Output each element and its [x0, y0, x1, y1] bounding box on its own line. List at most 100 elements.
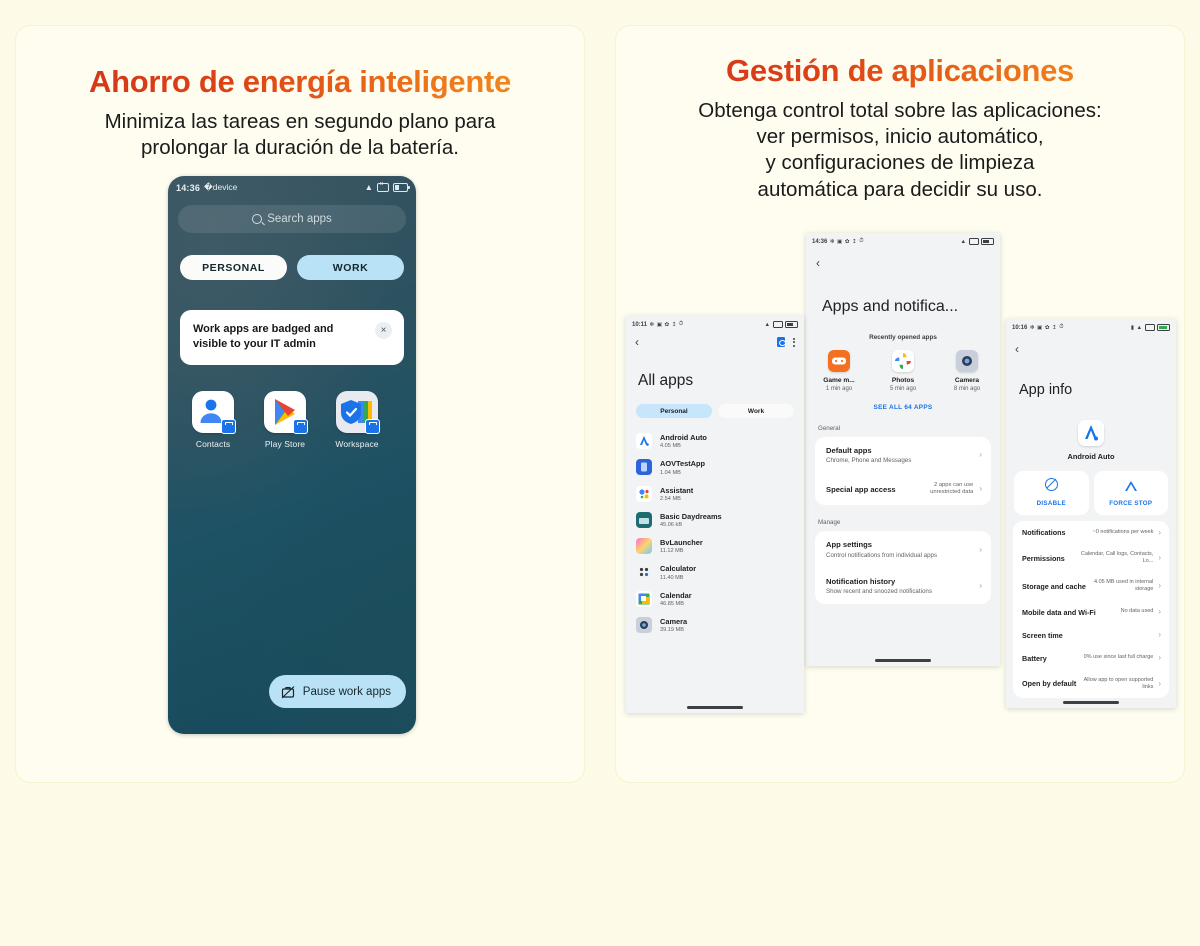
- status-time: 10:11: [632, 321, 648, 328]
- alarm-icon: ⏱: [859, 238, 864, 244]
- app-name: Android Auto: [660, 433, 707, 442]
- recent-app-photos[interactable]: Photos 5 min ago: [883, 350, 923, 392]
- disable-icon: [1044, 478, 1058, 491]
- disable-button[interactable]: DISABLE: [1014, 471, 1089, 515]
- row-title: Open by default: [1022, 679, 1077, 689]
- segment-work[interactable]: Work: [718, 404, 794, 418]
- app-name: Basic Daydreams: [660, 511, 722, 521]
- apps-and-notifications-phone-screenshot: 14:36 ✻ ▣ ✿ ↥ ⏱ ▲ ‹ Apps and notifica...…: [806, 233, 1000, 666]
- recently-opened-caption: Recently opened apps: [869, 334, 937, 341]
- phoneB-status-bar: 14:36 ✻ ▣ ✿ ↥ ⏱ ▲: [806, 233, 1000, 248]
- app-label: Workspace: [335, 439, 379, 450]
- work-badge-icon: [365, 419, 380, 435]
- app-action-buttons: DISABLE FORCE STOP: [1014, 471, 1168, 515]
- wifi-icon: ▲: [364, 182, 373, 193]
- gear-icon: ✿: [1044, 324, 1050, 331]
- app-tile-contacts[interactable]: Contacts: [190, 391, 236, 449]
- vibrate-icon: ▣: [837, 238, 843, 245]
- recent-app-name: Camera: [954, 377, 980, 384]
- promo-page: Ahorro de energía inteligente Minimiza l…: [0, 0, 1200, 946]
- list-item[interactable]: Basic Daydreams 45.06 kB: [626, 507, 804, 533]
- recent-app-game[interactable]: Game m... 1 min ago: [819, 350, 859, 392]
- row-screen-time[interactable]: Screen time ›: [1013, 624, 1169, 647]
- row-value: 0% use since last full charge: [1083, 654, 1154, 661]
- tab-work[interactable]: WORK: [297, 255, 404, 280]
- right-subtext-line-2: ver permisos, inicio automático,: [756, 125, 1044, 149]
- app-name: Assistant: [660, 485, 694, 495]
- row-mobile-data-and-wifi[interactable]: Mobile data and Wi-Fi No data used ›: [1013, 601, 1169, 624]
- list-item[interactable]: BvLauncher 11.12 MB: [626, 533, 804, 559]
- recent-app-name: Photos: [891, 377, 915, 384]
- row-special-app-access[interactable]: Special app access 2 apps can use unrest…: [815, 473, 991, 505]
- app-size: 45.06 kB: [660, 522, 683, 528]
- right-panel-subtext: Obtenga control total sobre las aplicaci…: [616, 98, 1184, 203]
- app-label: Play Store: [264, 439, 306, 450]
- phone1-status-bar: 14:36 �device ▲: [168, 176, 416, 196]
- notice-line-1: Work apps are badged and: [193, 323, 334, 335]
- help-doc-icon[interactable]: [777, 337, 786, 347]
- app-tile-play-store[interactable]: Play Store: [262, 391, 308, 449]
- row-open-by-default[interactable]: Open by default Allow app to open suppor…: [1013, 670, 1169, 698]
- download-icon: ↥: [1052, 324, 1057, 331]
- row-subtitle: Control notifications from individual ap…: [826, 551, 938, 559]
- screenshot-icon: ▮: [1130, 324, 1134, 331]
- home-indicator: [687, 706, 743, 709]
- battery-icon: [785, 320, 798, 329]
- search-apps-bar[interactable]: Search apps: [178, 205, 406, 233]
- recent-app-camera[interactable]: Camera 8 min ago: [947, 350, 987, 392]
- section-label-manage: Manage: [818, 519, 841, 527]
- recent-app-time: 8 min ago: [953, 385, 981, 392]
- segment-personal[interactable]: Personal: [636, 404, 712, 418]
- tab-personal[interactable]: PERSONAL: [180, 255, 287, 280]
- row-battery[interactable]: Battery 0% use since last full charge ›: [1013, 647, 1169, 670]
- row-title: Notification history: [826, 576, 896, 586]
- calendar-icon: [636, 590, 652, 607]
- row-subtitle: Chrome, Phone and Messages: [826, 457, 912, 464]
- list-item[interactable]: Calendar 46.85 MB: [626, 586, 804, 612]
- force-stop-button[interactable]: FORCE STOP: [1093, 471, 1168, 515]
- see-all-apps-link[interactable]: SEE ALL 64 APPS: [806, 404, 1000, 411]
- app-size: 11.40 MB: [660, 574, 684, 581]
- notice-line-2: visible to your IT admin: [193, 338, 316, 351]
- row-notifications[interactable]: Notifications ~0 notifications per week …: [1013, 521, 1169, 544]
- list-item[interactable]: Calculator 11.40 MB: [626, 559, 804, 585]
- work-badge-icon: [221, 419, 236, 435]
- row-notification-history[interactable]: Notification history Show recent and sno…: [815, 568, 991, 605]
- phoneA-title: All apps: [638, 372, 694, 389]
- row-app-settings[interactable]: App settings Control notifications from …: [815, 531, 991, 568]
- row-title: Storage and cache: [1022, 581, 1086, 591]
- phoneB-title: Apps and notifica...: [822, 298, 959, 315]
- no-sim-icon: [968, 237, 979, 246]
- overflow-menu-icon[interactable]: [793, 337, 795, 347]
- back-icon[interactable]: ‹: [816, 256, 820, 270]
- app-tile-workspace[interactable]: Workspace: [334, 391, 380, 449]
- list-item[interactable]: Assistant 2.54 MB: [626, 481, 804, 507]
- android-auto-icon: [1078, 420, 1104, 446]
- pause-button-label: Pause work apps: [302, 685, 391, 698]
- back-icon[interactable]: ‹: [1015, 342, 1019, 356]
- alarm-icon: ⏱: [678, 321, 684, 327]
- row-value: Allow app to open supported links: [1083, 676, 1154, 690]
- close-icon[interactable]: ×: [375, 322, 392, 339]
- pause-work-apps-button[interactable]: Pause work apps: [268, 675, 406, 708]
- left-panel-subtext: Minimiza las tareas en segundo plano par…: [16, 109, 584, 161]
- app-name: Camera: [660, 616, 688, 626]
- list-item[interactable]: Android Auto 4.05 MB: [626, 428, 804, 454]
- list-item[interactable]: AOVTestApp 1.04 MB: [626, 454, 804, 480]
- general-settings-card: Default apps Chrome, Phone and Messages …: [815, 436, 991, 506]
- app-size: 11.12 MB: [660, 548, 684, 555]
- row-permissions[interactable]: Permissions Calendar, Call logs, Contact…: [1013, 544, 1169, 572]
- camera-icon: [636, 616, 652, 633]
- row-storage-and-cache[interactable]: Storage and cache 4.05 MB used in intern…: [1013, 572, 1169, 600]
- bvlauncher-icon: [636, 538, 652, 555]
- list-item[interactable]: Camera 39.19 MB: [626, 612, 804, 638]
- right-subtext-line-3: y configuraciones de limpieza: [765, 151, 1035, 175]
- row-title: Battery: [1022, 653, 1047, 663]
- bluetooth-icon: ✻: [1029, 324, 1035, 331]
- row-default-apps[interactable]: Default apps Chrome, Phone and Messages …: [815, 437, 991, 474]
- basic-daydreams-icon: [636, 511, 652, 528]
- chevron-right-icon: ›: [1158, 527, 1161, 537]
- back-icon[interactable]: ‹: [635, 336, 639, 348]
- wifi-icon: ▲: [1136, 324, 1142, 331]
- android-auto-icon: [636, 433, 652, 450]
